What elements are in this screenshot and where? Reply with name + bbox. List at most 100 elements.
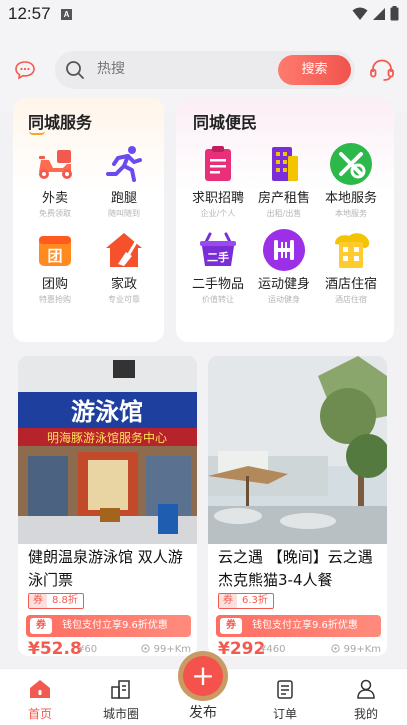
- service-fitness[interactable]: 运动健身 运动健身: [252, 228, 316, 305]
- city-service-title: 同城服务: [28, 113, 93, 132]
- svg-text:团: 团: [47, 247, 62, 265]
- service-takeout[interactable]: 外卖 免费领取: [23, 142, 87, 219]
- fitness-icon: [262, 228, 306, 272]
- service-sublabel: 价值转让: [202, 295, 234, 304]
- service-job[interactable]: 求职招聘 企业/个人: [186, 142, 250, 219]
- coupon-value: 6.3折: [242, 595, 268, 606]
- service-housekeeping[interactable]: 家政 专业可靠: [92, 228, 156, 305]
- product-title: 健朗温泉游泳馆 双人游泳门票: [28, 548, 183, 589]
- product-card[interactable]: 云之遇 【晚间】云之遇杰克熊猫3-4人餐 券 6.3折 券 钱包支付立享9.6折…: [208, 356, 387, 656]
- tab-mine[interactable]: 我的: [331, 679, 401, 722]
- hotel-icon: [329, 228, 373, 272]
- product-distance: 99+Km: [141, 644, 191, 655]
- scooter-icon: [33, 142, 77, 186]
- tab-label: 首页: [27, 707, 52, 721]
- service-label: 求职招聘: [191, 191, 244, 206]
- distance-text: 99+Km: [153, 644, 191, 655]
- status-bar: 12:57 A: [0, 0, 407, 30]
- service-sublabel: 本地服务: [335, 209, 367, 218]
- wallet-coupon-icon: 券: [30, 618, 52, 634]
- signal-icon: [373, 7, 385, 20]
- service-sublabel: 特惠抢购: [39, 295, 71, 304]
- service-sublabel: 运动健身: [268, 295, 300, 304]
- service-label: 本地服务: [324, 191, 377, 206]
- coupon-tag: 券: [29, 594, 47, 608]
- tab-label: 我的: [353, 707, 378, 721]
- coupon-badge: 券 8.8折: [28, 593, 84, 609]
- distance-text: 99+Km: [343, 644, 381, 655]
- banner-text: 明海豚游泳馆服务中心: [47, 430, 167, 445]
- building-icon: [262, 142, 306, 186]
- city-convenience-card: 同城便民 求职招聘 企业/个人 房产租售 出租/出售 本地服务 本地服务 二手 …: [176, 98, 394, 342]
- service-label: 跑腿: [110, 191, 137, 206]
- plus-icon: +: [183, 656, 223, 696]
- customer-service-button[interactable]: [369, 58, 395, 86]
- sign-text: 游泳馆: [71, 398, 143, 426]
- wallet-coupon-icon: 券: [220, 618, 242, 634]
- service-secondhand[interactable]: 二手 二手物品 价值转让: [186, 228, 250, 305]
- product-image: [208, 356, 387, 544]
- service-sublabel: 酒店住宿: [335, 295, 367, 304]
- group-buy-icon: 团: [33, 228, 77, 272]
- service-group-buy[interactable]: 团 团购 特惠抢购: [23, 228, 87, 305]
- service-sublabel: 专业可靠: [108, 295, 140, 304]
- broom-icon: [102, 228, 146, 272]
- service-label: 家政: [110, 277, 137, 292]
- service-label: 酒店住宿: [324, 277, 377, 292]
- location-icon: [331, 644, 341, 653]
- wifi-icon: [352, 7, 368, 20]
- service-realestate[interactable]: 房产租售 出租/出售: [252, 142, 316, 219]
- product-card[interactable]: 游泳馆 明海豚游泳馆服务中心 健朗温泉游泳馆 双人游泳门票 券 8.8折 券 钱…: [18, 356, 197, 656]
- service-sublabel: 随叫随到: [108, 209, 140, 218]
- user-icon: [357, 679, 375, 699]
- publish-label: 发布: [189, 705, 217, 721]
- status-time: 12:57: [8, 4, 51, 23]
- publish-button[interactable]: + 发布: [171, 656, 235, 722]
- service-sublabel: 免费领取: [39, 209, 71, 218]
- search-button[interactable]: 搜索: [278, 55, 351, 85]
- product-price: ¥292: [218, 639, 266, 656]
- search-box[interactable]: 搜索: [55, 51, 355, 89]
- service-label: 团购: [41, 277, 68, 292]
- message-icon: [15, 61, 35, 80]
- search-icon: [66, 61, 84, 79]
- tab-city-circle[interactable]: 城市圈: [86, 679, 156, 722]
- product-old-price: ¥460: [260, 644, 286, 655]
- wallet-promo: 券 钱包支付立享9.6折优惠: [216, 615, 381, 637]
- product-title: 云之遇 【晚间】云之遇杰克熊猫3-4人餐: [218, 548, 373, 589]
- runner-icon: [102, 142, 146, 186]
- city-convenience-title: 同城便民: [193, 113, 258, 132]
- service-local[interactable]: 本地服务 本地服务: [319, 142, 383, 219]
- wallet-promo-text: 钱包支付立享9.6折优惠: [252, 620, 358, 631]
- product-distance: 99+Km: [331, 644, 381, 655]
- svg-text:二手: 二手: [207, 250, 229, 264]
- basket-icon: 二手: [196, 228, 240, 272]
- location-icon: [141, 644, 151, 653]
- tab-orders[interactable]: 订单: [250, 679, 320, 722]
- service-label: 二手物品: [191, 277, 244, 292]
- service-label: 外卖: [41, 191, 68, 206]
- wallet-promo: 券 钱包支付立享9.6折优惠: [26, 615, 191, 637]
- coupon-badge: 券 6.3折: [218, 593, 274, 609]
- job-icon: [196, 142, 240, 186]
- service-errand[interactable]: 跑腿 随叫随到: [92, 142, 156, 219]
- wallet-promo-text: 钱包支付立享9.6折优惠: [62, 620, 168, 631]
- service-label: 房产租售: [257, 191, 310, 206]
- product-price: ¥52.8: [28, 639, 82, 656]
- service-hotel[interactable]: 酒店住宿 酒店住宿: [319, 228, 383, 305]
- product-image: 游泳馆 明海豚游泳馆服务中心: [18, 356, 197, 544]
- coupon-tag: 券: [219, 594, 237, 608]
- tab-label: 订单: [272, 707, 297, 721]
- service-sublabel: 出租/出售: [266, 209, 302, 218]
- city-icon: [111, 680, 130, 699]
- title-underline: [29, 131, 45, 135]
- message-button[interactable]: [14, 60, 36, 80]
- order-icon: [277, 680, 293, 699]
- tab-label: 城市圈: [102, 707, 139, 721]
- tab-home[interactable]: 首页: [5, 679, 75, 722]
- product-old-price: ¥60: [78, 644, 98, 655]
- search-input[interactable]: [97, 61, 267, 77]
- headset-icon: [370, 59, 394, 81]
- coupon-value: 8.8折: [52, 595, 78, 606]
- status-icons: [352, 6, 399, 21]
